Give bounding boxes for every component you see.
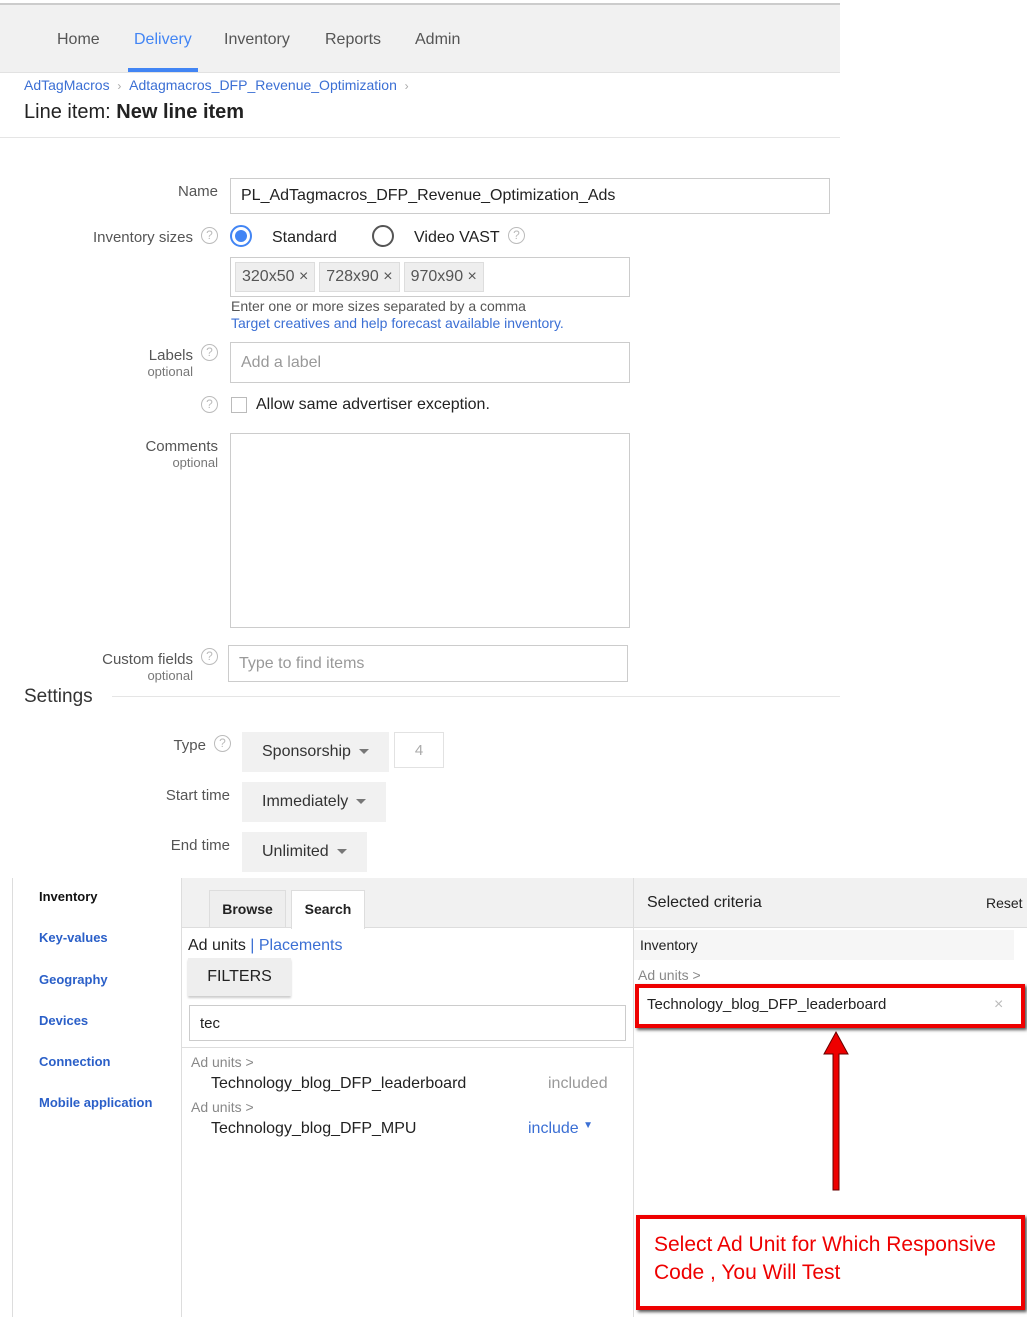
radio-standard[interactable] xyxy=(230,225,252,247)
custom-fields-input[interactable]: Type to find items xyxy=(228,645,628,682)
tab-browse[interactable]: Browse xyxy=(209,890,286,928)
close-icon[interactable]: × xyxy=(468,268,477,285)
divider xyxy=(182,1047,633,1048)
remove-icon[interactable]: × xyxy=(994,996,1003,1014)
annotation-callout: Select Ad Unit for Which Responsive Code… xyxy=(636,1215,1025,1310)
breadcrumb-link[interactable]: Adtagmacros_DFP_Revenue_Optimization xyxy=(129,77,397,93)
exception-label: Allow same advertiser exception. xyxy=(256,396,490,413)
sidebar-item-geography[interactable]: Geography xyxy=(39,972,108,987)
nav-inventory[interactable]: Inventory xyxy=(224,31,290,49)
custom-fields-label: Custom fields xyxy=(102,651,193,668)
comments-label: Comments xyxy=(145,438,218,455)
help-icon[interactable]: ? xyxy=(201,648,218,665)
arrow-up-icon xyxy=(823,1030,849,1191)
radio-standard-label: Standard xyxy=(272,229,337,246)
nav-reports[interactable]: Reports xyxy=(325,31,381,49)
radio-video-vast[interactable] xyxy=(372,225,394,247)
divider xyxy=(112,696,840,697)
sidebar-item-devices[interactable]: Devices xyxy=(39,1013,88,1028)
comments-textarea[interactable] xyxy=(230,433,630,628)
selected-criteria-title: Selected criteria xyxy=(647,894,762,911)
end-time-dropdown[interactable]: Unlimited xyxy=(242,832,367,872)
top-nav: Home Delivery Inventory Reports Admin xyxy=(0,3,840,73)
sizes-hint: Enter one or more sizes separated by a c… xyxy=(231,298,526,314)
help-icon[interactable]: ? xyxy=(214,735,231,752)
placements-link[interactable]: Placements xyxy=(259,937,343,954)
caret-down-icon xyxy=(358,749,369,755)
selected-item: Technology_blog_DFP_leaderboard xyxy=(647,996,887,1013)
sidebar-item-key-values[interactable]: Key-values xyxy=(39,930,108,945)
optional-note: optional xyxy=(147,668,193,683)
tab-search[interactable]: Search xyxy=(291,890,365,929)
close-icon[interactable]: × xyxy=(383,268,392,285)
start-time-dropdown[interactable]: Immediately xyxy=(242,782,387,822)
nav-admin[interactable]: Admin xyxy=(415,31,460,49)
sizes-input[interactable]: 320x50 × 728x90 × 970x90 × xyxy=(230,257,630,297)
inventory-sizes-label: Inventory sizes xyxy=(92,229,193,246)
page-title: Line item: New line item xyxy=(24,101,245,123)
caret-down-icon xyxy=(336,849,347,855)
caret-down-icon xyxy=(356,799,367,805)
help-icon[interactable]: ? xyxy=(201,396,218,413)
sidebar-item-mobile-application[interactable]: Mobile application xyxy=(39,1095,152,1110)
radio-vast-label: Video VAST xyxy=(414,229,500,246)
targeting-sidebar: Inventory Key-values Geography Devices C… xyxy=(12,878,182,1317)
breadcrumb-link[interactable]: AdTagMacros xyxy=(24,77,110,93)
name-label: Name xyxy=(177,183,218,200)
result-path: Ad units > xyxy=(191,1054,254,1070)
active-tab-indicator xyxy=(128,68,198,72)
caret-down-icon: ▼ xyxy=(583,1120,594,1131)
reset-button[interactable]: Reset xyxy=(986,895,1023,911)
optional-note: optional xyxy=(172,455,218,470)
exception-checkbox[interactable] xyxy=(231,397,247,413)
type-label: Type xyxy=(173,737,206,754)
name-input[interactable]: PL_AdTagmacros_DFP_Revenue_Optimization_… xyxy=(230,178,830,214)
sizes-link[interactable]: Target creatives and help forecast avail… xyxy=(231,315,564,331)
size-chip: 320x50 × xyxy=(235,262,316,292)
search-input[interactable]: tec xyxy=(189,1005,626,1041)
priority-input[interactable]: 4 xyxy=(394,732,444,768)
chevron-right-icon: › xyxy=(401,79,409,93)
close-icon[interactable]: × xyxy=(299,268,308,285)
nav-delivery[interactable]: Delivery xyxy=(134,31,192,49)
divider xyxy=(0,137,840,138)
selected-inventory-heading: Inventory xyxy=(634,930,1014,960)
result-status: included xyxy=(548,1075,608,1092)
size-chip: 728x90 × xyxy=(319,262,400,292)
filters-button[interactable]: FILTERS xyxy=(188,958,291,996)
result-name: Technology_blog_DFP_leaderboard xyxy=(211,1075,467,1092)
result-path: Ad units > xyxy=(191,1099,254,1115)
labels-label: Labels xyxy=(148,347,193,364)
optional-note: optional xyxy=(147,364,193,379)
end-time-label: End time xyxy=(170,837,230,854)
include-dropdown[interactable]: include ▼ xyxy=(528,1120,593,1138)
help-icon[interactable]: ? xyxy=(201,344,218,361)
chevron-right-icon: › xyxy=(114,79,125,93)
help-icon[interactable]: ? xyxy=(201,227,218,244)
labels-input[interactable]: Add a label xyxy=(230,342,630,383)
settings-heading: Settings xyxy=(24,686,93,707)
ad-units-link[interactable]: Ad units xyxy=(188,937,246,954)
selected-path: Ad units > xyxy=(638,967,701,983)
breadcrumb: AdTagMacros › Adtagmacros_DFP_Revenue_Op… xyxy=(24,77,409,95)
help-icon[interactable]: ? xyxy=(508,227,525,244)
type-dropdown[interactable]: Sponsorship xyxy=(242,732,389,772)
nav-home[interactable]: Home xyxy=(57,31,100,49)
size-chip: 970x90 × xyxy=(403,262,484,292)
type-switch: Ad units | Placements xyxy=(188,937,343,954)
start-time-label: Start time xyxy=(165,787,230,804)
sidebar-item-connection[interactable]: Connection xyxy=(39,1054,111,1069)
sidebar-item-inventory[interactable]: Inventory xyxy=(39,889,98,904)
result-name: Technology_blog_DFP_MPU xyxy=(211,1120,417,1137)
